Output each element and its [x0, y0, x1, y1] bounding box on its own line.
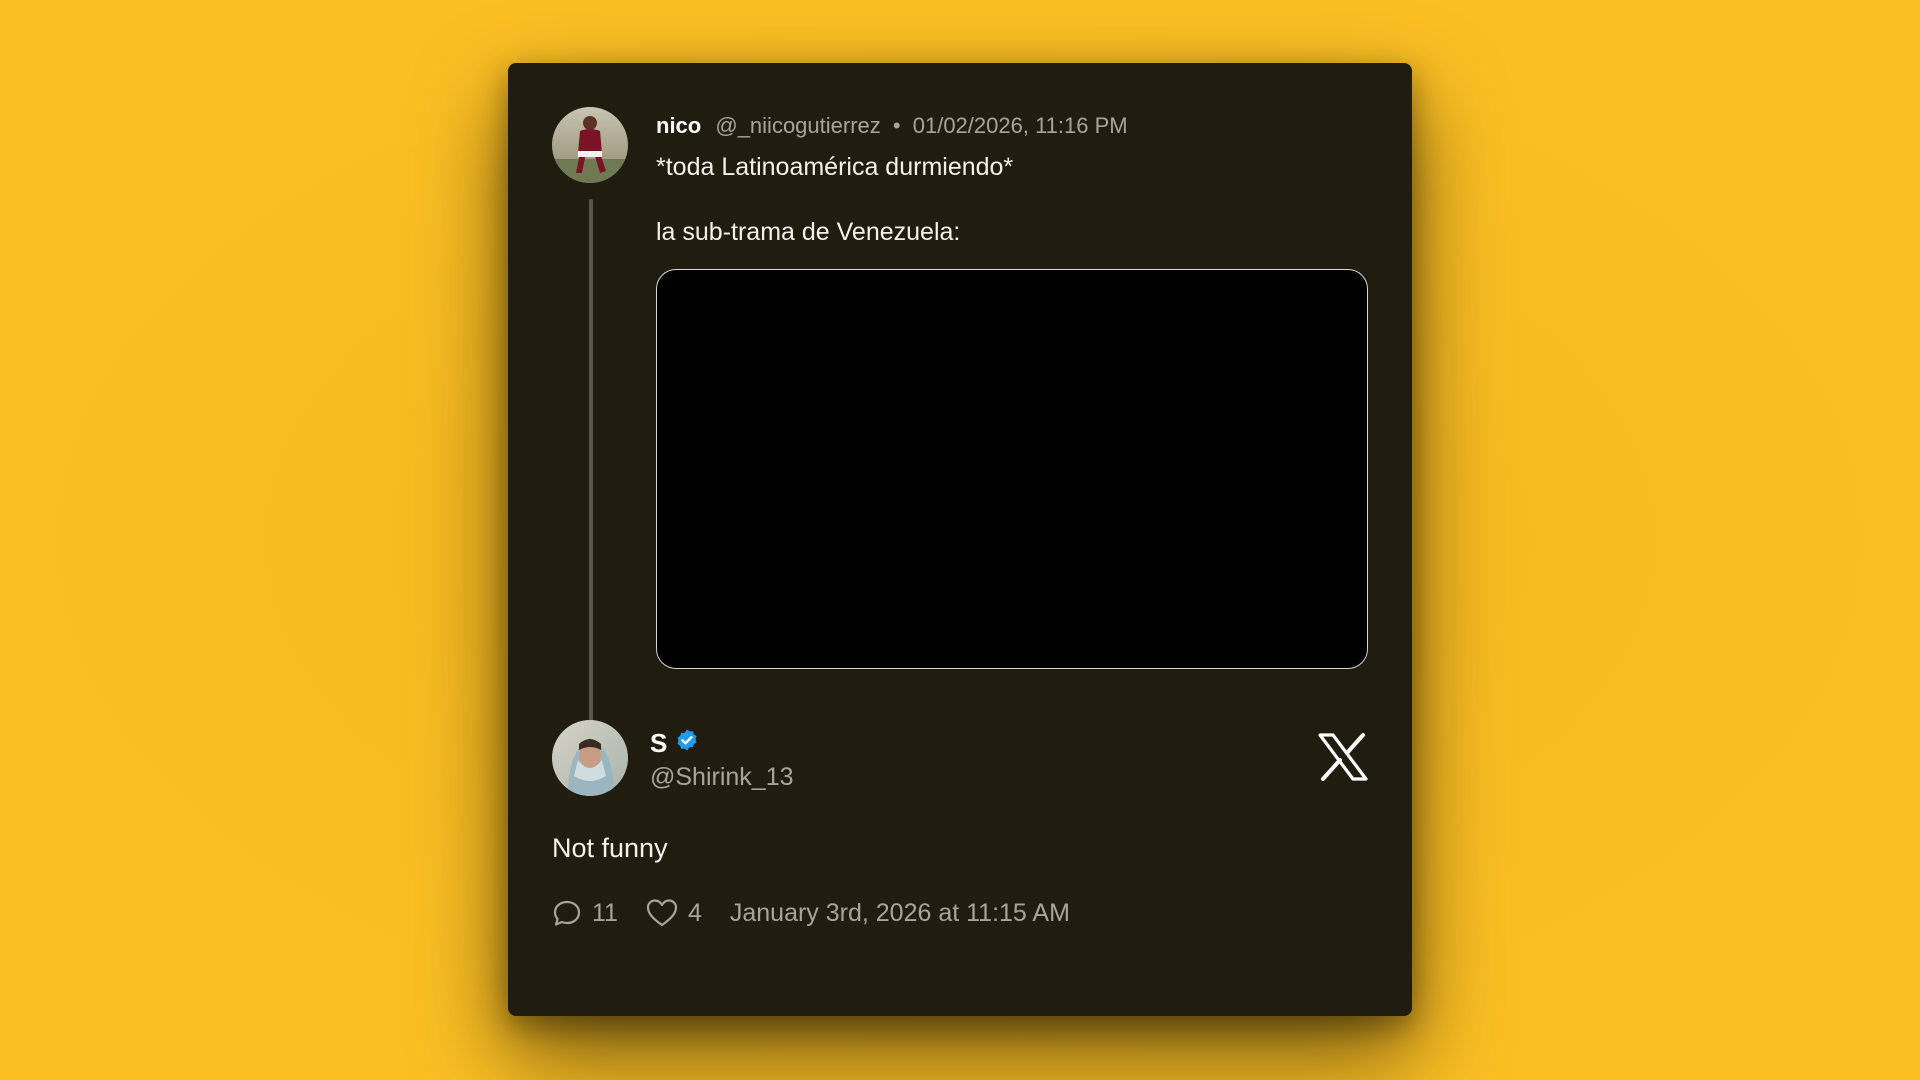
heart-icon[interactable] [646, 898, 678, 928]
like-stat[interactable]: 4 [646, 896, 702, 930]
author-name-row: S [650, 726, 699, 760]
quoted-tweet-media[interactable] [656, 269, 1368, 669]
quoted-tweet-header: nico @_niicogutierrez • 01/02/2026, 11:1… [656, 111, 1128, 141]
reply-stat[interactable]: 11 [552, 896, 618, 930]
quoted-tweet-timestamp[interactable]: 01/02/2026, 11:16 PM [913, 113, 1128, 138]
x-logo-icon[interactable] [1318, 733, 1368, 781]
tweet-footer: 11 4 January 3rd, 2026 at 11:15 AM [552, 896, 1070, 930]
author-avatar[interactable] [552, 720, 628, 796]
quoted-author-handle[interactable]: @_niicogutierrez [715, 113, 880, 138]
quoted-tweet-text-line-1: *toda Latinoamérica durmiendo* [656, 153, 1014, 181]
author-display-name[interactable]: S [650, 726, 667, 760]
quoted-author-avatar[interactable] [552, 107, 628, 183]
quoted-author-name[interactable]: nico [656, 113, 701, 138]
tweet-text: Not funny [552, 833, 668, 863]
quoted-tweet-text-line-2: la sub-trama de Venezuela: [656, 218, 961, 246]
reply-icon[interactable] [552, 898, 582, 928]
reply-count: 11 [592, 899, 618, 927]
verified-badge-icon [675, 726, 699, 760]
tweet-date[interactable]: January 3rd, 2026 at 11:15 AM [730, 896, 1070, 930]
header-separator: • [892, 113, 901, 138]
author-handle[interactable]: @Shirink_13 [650, 760, 794, 794]
thread-connector-line [589, 199, 593, 769]
tweet-card: nico @_niicogutierrez • 01/02/2026, 11:1… [508, 63, 1412, 1016]
like-count: 4 [687, 899, 702, 927]
